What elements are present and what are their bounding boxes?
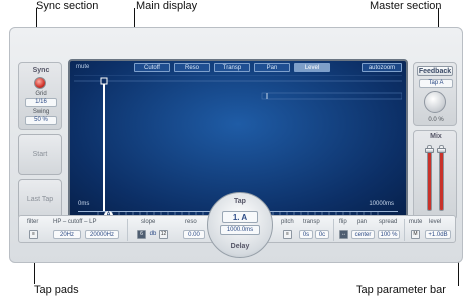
grid-label: Grid [35, 91, 47, 97]
filter-label: filter [27, 219, 39, 225]
slope-label: slope [141, 219, 156, 225]
feedback-section: Feedback Tap A 0.0 % [413, 62, 457, 126]
mode-tab-level[interactable]: Level [294, 63, 330, 72]
tap-delay-dial: Tap 1. A 1000.0ms Delay [207, 192, 273, 258]
callout-sync-section: Sync section [36, 0, 99, 12]
separator [333, 219, 334, 241]
mute-row-label: mute [76, 64, 90, 70]
feedback-button[interactable]: Feedback [417, 66, 453, 76]
mute-label: mute [409, 219, 423, 225]
feedback-knob[interactable] [424, 91, 446, 113]
level-readout-box [261, 92, 402, 100]
mode-tab-cutoff[interactable]: Cutoff [134, 63, 170, 72]
tap-graph-area[interactable] [74, 75, 402, 211]
autozoom-button[interactable]: autozoom [362, 63, 402, 72]
delay-designer-window: Sync Grid 1/16 Swing 50 % Start Last Tap… [9, 27, 463, 263]
tap-label: Tap [234, 198, 246, 205]
mix-fader-right-handle[interactable] [437, 148, 446, 153]
tap-pads: Start Last Tap [18, 134, 62, 220]
last-tap-pad[interactable]: Last Tap [18, 179, 62, 220]
swing-value-field[interactable]: 50 % [25, 116, 57, 125]
swing-label: Swing [32, 109, 50, 115]
feedback-value: 0.0 % [428, 117, 444, 123]
left-panel: Sync Grid 1/16 Swing 50 % Start Last Tap [18, 62, 62, 220]
mix-label: Mix [430, 133, 442, 140]
tap-delay-time-field[interactable]: 1000.0ms [220, 225, 260, 235]
transp-cent-field[interactable]: 0c [315, 230, 329, 239]
mix-fader-right-track[interactable] [437, 145, 446, 211]
display-mode-bar: mute Cutoff Reso Transp Pan Level autozo… [70, 61, 406, 73]
reso-label: reso [185, 219, 197, 225]
mode-tab-pan[interactable]: Pan [254, 63, 290, 72]
grid-value-field[interactable]: 1/16 [25, 98, 57, 107]
sync-toggle-button[interactable] [34, 77, 46, 89]
hp-cutoff-field[interactable]: 20Hz [53, 230, 81, 239]
transp-semitone-field[interactable]: 0s [299, 230, 313, 239]
flip-button[interactable]: ↔ [339, 230, 348, 239]
reso-field[interactable]: 0.00 [183, 230, 205, 239]
start-pad[interactable]: Start [18, 134, 62, 175]
mix-fader-left-level [428, 152, 431, 210]
slope-6db-button[interactable]: 6 [137, 230, 146, 239]
mix-fader-left-track[interactable] [425, 145, 434, 211]
lp-cutoff-field[interactable]: 20000Hz [85, 230, 119, 239]
mode-tab-transp[interactable]: Transp [214, 63, 250, 72]
mix-fader-right-level [440, 152, 443, 210]
sync-section: Sync Grid 1/16 Swing 50 % [18, 62, 62, 130]
callout-main-display: Main display [136, 0, 198, 12]
separator [404, 219, 405, 241]
callout-tap-parameter-bar: Tap parameter bar [356, 284, 446, 296]
mode-tab-reso[interactable]: Reso [174, 63, 210, 72]
time-start-label: 0ms [78, 201, 90, 207]
delay-label: Delay [230, 243, 250, 250]
spread-label: spread [379, 219, 398, 225]
time-end-label: 10000ms [369, 201, 394, 207]
tap-selector[interactable]: 1. A [222, 211, 258, 223]
master-section: Feedback Tap A 0.0 % Mix [413, 62, 457, 220]
transp-label: transp [303, 219, 320, 225]
callout-tap-pads: Tap pads [34, 284, 79, 296]
mute-button[interactable]: M [411, 230, 420, 239]
flip-label: flip [339, 219, 347, 225]
pitch-toggle-button[interactable]: ≡ [283, 230, 292, 239]
slope-12db-button[interactable]: 12 [159, 230, 168, 239]
feedback-source-field[interactable]: Tap A [419, 79, 453, 88]
level-field[interactable]: +1.0dB [425, 230, 451, 239]
hp-lp-label: HP – cutoff – LP [53, 219, 97, 225]
pan-label: pan [357, 219, 368, 225]
mix-section: Mix [413, 130, 457, 220]
sync-title: Sync [32, 67, 50, 74]
filter-toggle-button[interactable]: ≡ [29, 230, 38, 239]
spread-field[interactable]: 100 % [378, 230, 400, 239]
pan-field[interactable]: center [351, 230, 375, 239]
tap-a-mute-handle [100, 77, 108, 85]
level-label: level [429, 219, 442, 225]
slope-db-label: db [149, 231, 157, 237]
separator [127, 219, 128, 241]
pitch-label: pitch [281, 219, 294, 225]
mix-fader-left-handle[interactable] [425, 148, 434, 153]
callout-master-section: Master section [370, 0, 442, 12]
